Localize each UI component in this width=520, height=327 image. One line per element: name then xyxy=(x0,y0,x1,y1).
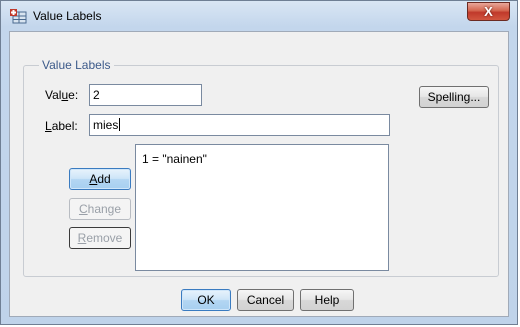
remove-button[interactable]: Remove xyxy=(69,227,131,249)
add-button-mnemonic: A xyxy=(89,172,98,186)
value-labels-list[interactable]: 1 = "nainen" xyxy=(135,144,389,271)
remove-button-mnemonic: R xyxy=(77,231,87,245)
change-button-mnemonic: C xyxy=(78,202,88,216)
label-label: Label: xyxy=(45,119,78,133)
close-icon: X xyxy=(484,4,493,19)
value-labels-icon xyxy=(10,9,27,24)
cancel-button-label: Cancel xyxy=(246,293,285,307)
add-button-label: dd xyxy=(97,172,111,186)
value-label: Value: xyxy=(45,88,78,102)
change-button[interactable]: Change xyxy=(69,198,131,220)
help-button[interactable]: Help xyxy=(300,289,354,311)
value-label-prefix: Val xyxy=(45,88,62,102)
add-button[interactable]: Add xyxy=(69,168,131,190)
help-button-label: Help xyxy=(314,293,340,307)
label-label-mnemonic: L xyxy=(45,119,52,133)
spelling-button-label: Spelling... xyxy=(427,90,481,104)
value-label-suffix: e: xyxy=(68,88,79,102)
value-input[interactable]: 2 xyxy=(89,84,202,106)
cancel-button[interactable]: Cancel xyxy=(237,289,294,311)
text-cursor xyxy=(119,118,121,131)
title-bar[interactable]: Value Labels X xyxy=(1,1,517,31)
spelling-button[interactable]: Spelling... xyxy=(419,86,489,108)
label-input[interactable]: mies xyxy=(89,114,390,136)
list-item[interactable]: 1 = "nainen" xyxy=(142,152,207,166)
close-button[interactable]: X xyxy=(467,2,510,21)
ok-button[interactable]: OK xyxy=(181,289,231,311)
change-button-label: hange xyxy=(87,202,122,216)
ok-button-label: OK xyxy=(197,293,215,307)
value-input-text: 2 xyxy=(93,88,100,102)
remove-button-label: emove xyxy=(86,231,123,245)
group-title: Value Labels xyxy=(39,58,114,72)
value-labels-dialog: Value Labels X Value Labels Value: 2 Spe… xyxy=(0,0,518,325)
label-input-text: mies xyxy=(93,118,119,132)
label-label-suffix: abel: xyxy=(51,119,78,133)
window-title: Value Labels xyxy=(33,9,102,23)
